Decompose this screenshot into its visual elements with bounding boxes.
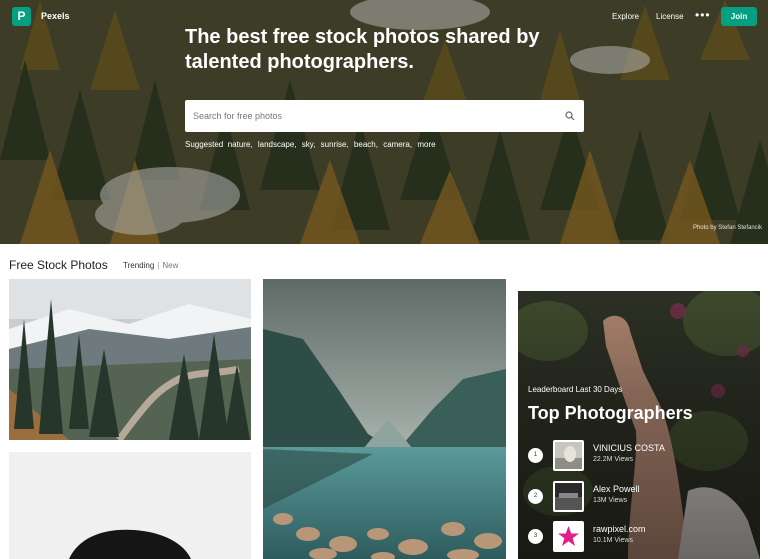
hero-banner: P Pexels Explore License ••• Join The be… bbox=[0, 0, 768, 244]
filter-new[interactable]: New bbox=[162, 261, 178, 270]
section-title: Free Stock Photos bbox=[9, 258, 108, 272]
tag-sunrise[interactable]: sunrise, bbox=[321, 140, 349, 149]
hero-title: The best free stock photos shared by tal… bbox=[185, 26, 540, 73]
search-icon[interactable] bbox=[565, 111, 575, 121]
join-button[interactable]: Join bbox=[721, 7, 757, 26]
tag-beach[interactable]: beach, bbox=[354, 140, 378, 149]
tag-landscape[interactable]: landscape, bbox=[258, 140, 297, 149]
leaderboard-entry[interactable]: 2 Alex Powell 13M Views bbox=[528, 481, 748, 513]
search-bar bbox=[185, 100, 584, 132]
rank-badge: 1 bbox=[528, 448, 543, 463]
leaderboard-entry[interactable]: 1 VINICIUS COSTA 22.2M Views bbox=[528, 440, 748, 472]
leaderboard-title: Top Photographers bbox=[528, 403, 693, 423]
tag-nature[interactable]: nature, bbox=[228, 140, 253, 149]
photographer-name[interactable]: rawpixel.com bbox=[593, 524, 646, 534]
tag-sky[interactable]: sky, bbox=[302, 140, 316, 149]
leaderboard-card[interactable]: Leaderboard Last 30 Days Top Photographe… bbox=[518, 291, 760, 559]
leaderboard-overlay bbox=[518, 291, 760, 559]
avatar-image bbox=[555, 442, 582, 469]
suggested-label: Suggested bbox=[185, 140, 224, 149]
star-avatar-icon bbox=[555, 523, 582, 550]
avatar[interactable] bbox=[553, 440, 584, 471]
nav-explore-link[interactable]: Explore bbox=[612, 12, 639, 21]
photo-portrait-image bbox=[9, 452, 251, 559]
leaderboard-subtitle: Leaderboard Last 30 Days bbox=[528, 385, 623, 394]
tag-camera[interactable]: camera, bbox=[383, 140, 412, 149]
filter-separator: | bbox=[157, 261, 160, 270]
avatar[interactable] bbox=[553, 521, 584, 552]
feed-filter: Trending | New bbox=[123, 261, 178, 270]
nav-license-link[interactable]: License bbox=[656, 12, 684, 21]
more-menu-icon[interactable]: ••• bbox=[695, 8, 711, 22]
avatar-image bbox=[555, 483, 582, 510]
photographer-views: 10.1M Views bbox=[593, 537, 633, 544]
rank-badge: 2 bbox=[528, 489, 543, 504]
photo-mountain-road-image bbox=[9, 279, 251, 440]
brand-name[interactable]: Pexels bbox=[41, 11, 70, 21]
photographer-views: 13M Views bbox=[593, 497, 628, 504]
photo-portrait[interactable] bbox=[9, 452, 251, 559]
rank-badge: 3 bbox=[528, 529, 543, 544]
pexels-logo-icon[interactable]: P bbox=[12, 7, 31, 26]
photographer-name[interactable]: Alex Powell bbox=[593, 484, 640, 494]
tag-more[interactable]: more bbox=[417, 140, 435, 149]
photo-mountain-lake[interactable] bbox=[263, 279, 506, 559]
suggested-tags: Suggested nature, landscape, sky, sunris… bbox=[185, 140, 439, 149]
photo-mountain-lake-image bbox=[263, 279, 506, 559]
avatar[interactable] bbox=[553, 481, 584, 512]
search-input[interactable] bbox=[193, 100, 553, 132]
photographer-views: 22.2M Views bbox=[593, 456, 633, 463]
leaderboard-entry[interactable]: 3 rawpixel.com 10.1M Views bbox=[528, 521, 748, 553]
photo-credit[interactable]: Photo by Stefan Stefancik bbox=[693, 225, 762, 231]
filter-trending[interactable]: Trending bbox=[123, 261, 154, 270]
photographer-name[interactable]: VINICIUS COSTA bbox=[593, 443, 665, 453]
photo-mountain-road[interactable] bbox=[9, 279, 251, 440]
